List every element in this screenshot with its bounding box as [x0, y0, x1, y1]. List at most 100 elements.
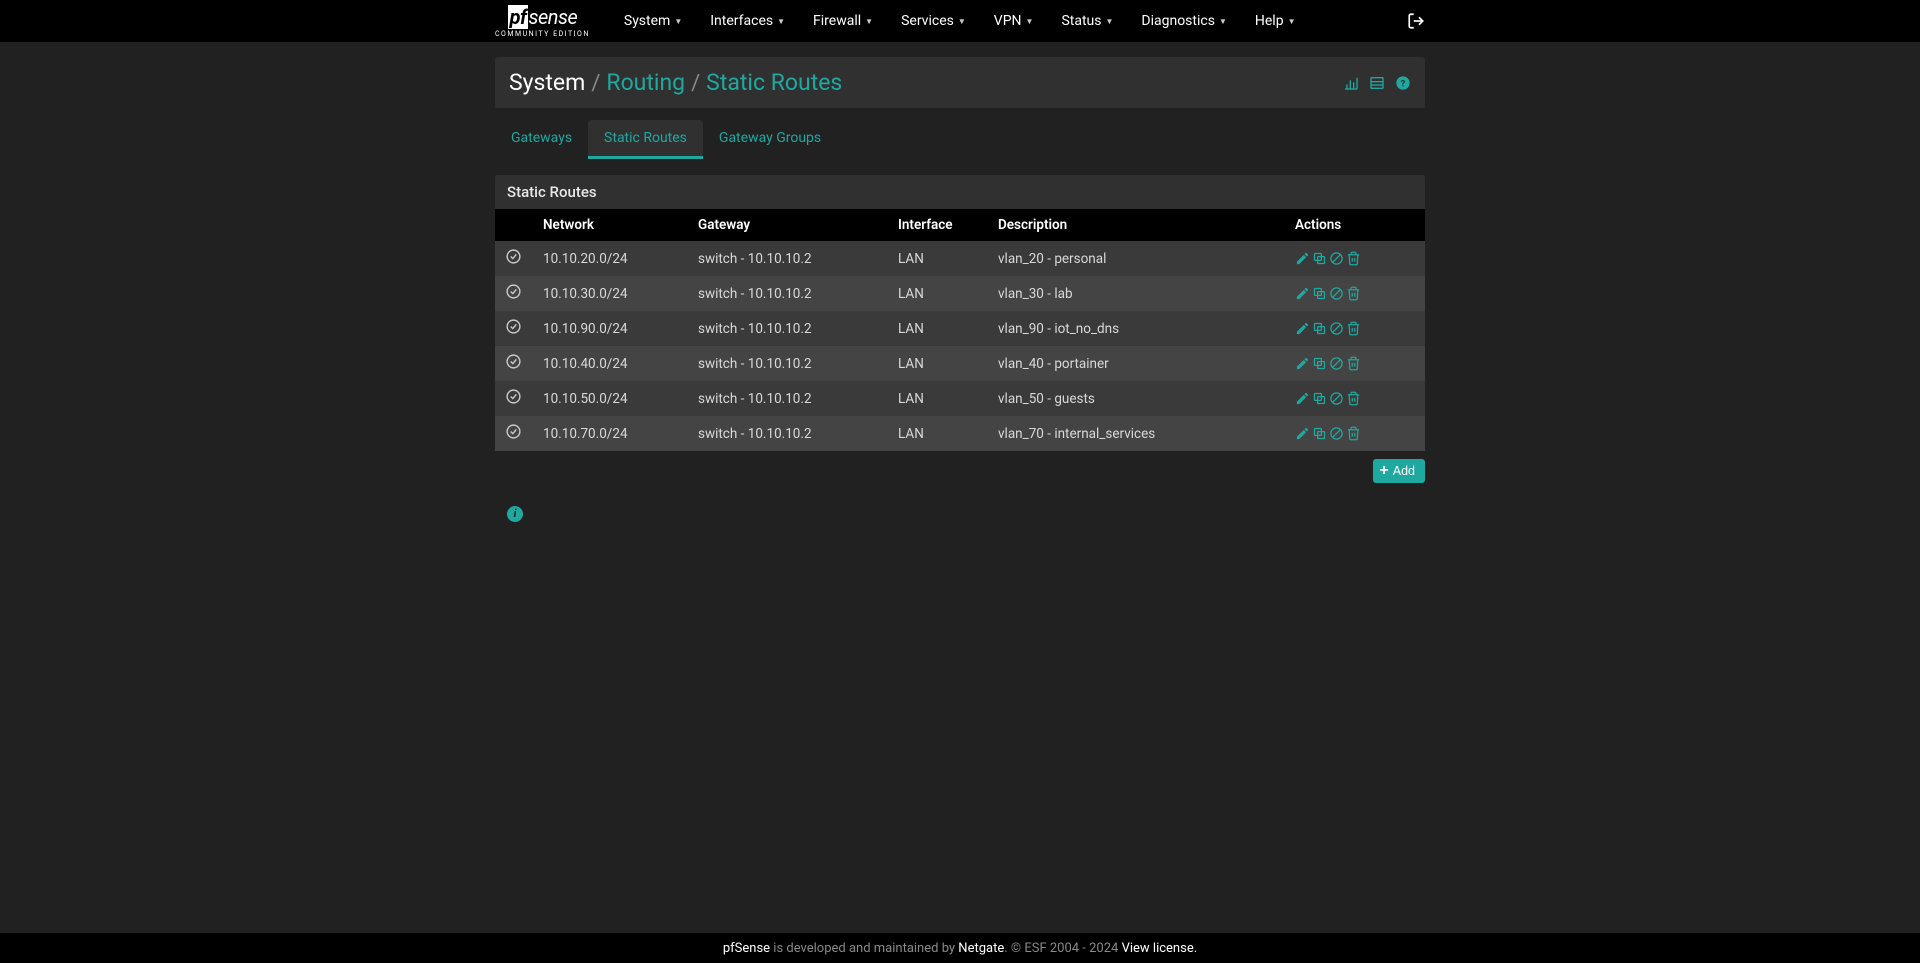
- logout-icon[interactable]: [1407, 12, 1425, 30]
- status-enabled-icon: [505, 283, 522, 300]
- edit-icon[interactable]: [1295, 286, 1310, 301]
- disable-icon[interactable]: [1329, 391, 1344, 406]
- cell-network: 10.10.30.0/24: [533, 276, 688, 311]
- copy-icon[interactable]: [1312, 251, 1327, 266]
- cell-description: vlan_30 - lab: [988, 276, 1285, 311]
- delete-icon[interactable]: [1346, 251, 1361, 266]
- footer-license-link[interactable]: View license.: [1122, 941, 1198, 956]
- copy-icon[interactable]: [1312, 391, 1327, 406]
- caret-down-icon: ▼: [1219, 17, 1227, 26]
- disable-icon[interactable]: [1329, 251, 1344, 266]
- page-header: System / Routing / Static Routes ?: [495, 57, 1425, 108]
- delete-icon[interactable]: [1346, 426, 1361, 441]
- status-enabled-icon: [505, 388, 522, 405]
- plus-icon: +: [1379, 463, 1388, 479]
- tab-bar: GatewaysStatic RoutesGateway Groups: [495, 120, 1425, 159]
- breadcrumb: System / Routing / Static Routes: [509, 69, 842, 96]
- panel-title: Static Routes: [495, 175, 1425, 209]
- cell-interface: LAN: [888, 346, 988, 381]
- related-log-icon[interactable]: [1369, 75, 1385, 91]
- cell-gateway: switch - 10.10.10.2: [688, 276, 888, 311]
- cell-interface: LAN: [888, 381, 988, 416]
- delete-icon[interactable]: [1346, 286, 1361, 301]
- col-header-actions: Actions: [1285, 209, 1425, 241]
- caret-down-icon: ▼: [865, 17, 873, 26]
- copy-icon[interactable]: [1312, 356, 1327, 371]
- table-row[interactable]: 10.10.70.0/24switch - 10.10.10.2LANvlan_…: [495, 416, 1425, 451]
- edit-icon[interactable]: [1295, 391, 1310, 406]
- delete-icon[interactable]: [1346, 356, 1361, 371]
- disable-icon[interactable]: [1329, 356, 1344, 371]
- disable-icon[interactable]: [1329, 426, 1344, 441]
- delete-icon[interactable]: [1346, 321, 1361, 336]
- nav-item-help[interactable]: Help ▼: [1255, 13, 1296, 29]
- breadcrumb-root: System: [509, 69, 585, 96]
- col-header-interface: Interface: [888, 209, 988, 241]
- table-row[interactable]: 10.10.90.0/24switch - 10.10.10.2LANvlan_…: [495, 311, 1425, 346]
- caret-down-icon: ▼: [1026, 17, 1034, 26]
- add-button[interactable]: + Add: [1373, 459, 1425, 483]
- static-routes-table: Network Gateway Interface Description Ac…: [495, 209, 1425, 451]
- nav-item-status[interactable]: Status ▼: [1061, 13, 1113, 29]
- status-enabled-icon: [505, 353, 522, 370]
- status-enabled-icon: [505, 318, 522, 335]
- cell-description: vlan_40 - portainer: [988, 346, 1285, 381]
- nav-item-firewall[interactable]: Firewall ▼: [813, 13, 873, 29]
- nav-item-vpn[interactable]: VPN ▼: [994, 13, 1034, 29]
- footer-company-link[interactable]: Netgate: [958, 941, 1004, 956]
- info-icon[interactable]: i: [507, 506, 523, 522]
- table-row[interactable]: 10.10.40.0/24switch - 10.10.10.2LANvlan_…: [495, 346, 1425, 381]
- help-icon[interactable]: ?: [1395, 75, 1411, 91]
- cell-gateway: switch - 10.10.10.2: [688, 416, 888, 451]
- logo-link[interactable]: pfsense COMMUNITY EDITION: [495, 5, 590, 38]
- tab-gateways[interactable]: Gateways: [495, 120, 588, 156]
- col-header-network: Network: [533, 209, 688, 241]
- nav-item-diagnostics[interactable]: Diagnostics ▼: [1141, 13, 1226, 29]
- add-button-label: Add: [1393, 464, 1415, 478]
- cell-interface: LAN: [888, 416, 988, 451]
- static-routes-panel: Static Routes Network Gateway Interface …: [495, 175, 1425, 451]
- logo-text: pfsense: [508, 5, 578, 29]
- cell-description: vlan_70 - internal_services: [988, 416, 1285, 451]
- edit-icon[interactable]: [1295, 356, 1310, 371]
- nav-menu: System ▼ Interfaces ▼ Firewall ▼ Services ▼…: [610, 13, 1310, 29]
- col-header-description: Description: [988, 209, 1285, 241]
- edit-icon[interactable]: [1295, 251, 1310, 266]
- cell-interface: LAN: [888, 276, 988, 311]
- cell-gateway: switch - 10.10.10.2: [688, 381, 888, 416]
- footer: pfSense is developed and maintained by N…: [0, 933, 1920, 963]
- edit-icon[interactable]: [1295, 426, 1310, 441]
- cell-network: 10.10.90.0/24: [533, 311, 688, 346]
- cell-interface: LAN: [888, 241, 988, 276]
- breadcrumb-current-link[interactable]: Static Routes: [706, 69, 842, 96]
- cell-network: 10.10.50.0/24: [533, 381, 688, 416]
- delete-icon[interactable]: [1346, 391, 1361, 406]
- status-monitoring-icon[interactable]: [1343, 75, 1359, 91]
- status-enabled-icon: [505, 248, 522, 265]
- nav-item-services[interactable]: Services ▼: [901, 13, 966, 29]
- cell-description: vlan_90 - iot_no_dns: [988, 311, 1285, 346]
- table-row[interactable]: 10.10.50.0/24switch - 10.10.10.2LANvlan_…: [495, 381, 1425, 416]
- top-navbar: pfsense COMMUNITY EDITION System ▼ Interf…: [0, 0, 1920, 42]
- nav-item-system[interactable]: System ▼: [624, 13, 682, 29]
- disable-icon[interactable]: [1329, 321, 1344, 336]
- table-row[interactable]: 10.10.30.0/24switch - 10.10.10.2LANvlan_…: [495, 276, 1425, 311]
- copy-icon[interactable]: [1312, 321, 1327, 336]
- caret-down-icon: ▼: [777, 17, 785, 26]
- disable-icon[interactable]: [1329, 286, 1344, 301]
- svg-text:?: ?: [1401, 78, 1406, 89]
- cell-gateway: switch - 10.10.10.2: [688, 311, 888, 346]
- cell-network: 10.10.70.0/24: [533, 416, 688, 451]
- table-row[interactable]: 10.10.20.0/24switch - 10.10.10.2LANvlan_…: [495, 241, 1425, 276]
- tab-static-routes[interactable]: Static Routes: [588, 120, 703, 159]
- edit-icon[interactable]: [1295, 321, 1310, 336]
- nav-item-interfaces[interactable]: Interfaces ▼: [710, 13, 785, 29]
- caret-down-icon: ▼: [1105, 17, 1113, 26]
- copy-icon[interactable]: [1312, 286, 1327, 301]
- cell-network: 10.10.20.0/24: [533, 241, 688, 276]
- tab-gateway-groups[interactable]: Gateway Groups: [703, 120, 837, 156]
- cell-interface: LAN: [888, 311, 988, 346]
- footer-product-link[interactable]: pfSense: [723, 941, 770, 956]
- breadcrumb-routing-link[interactable]: Routing: [606, 69, 685, 96]
- copy-icon[interactable]: [1312, 426, 1327, 441]
